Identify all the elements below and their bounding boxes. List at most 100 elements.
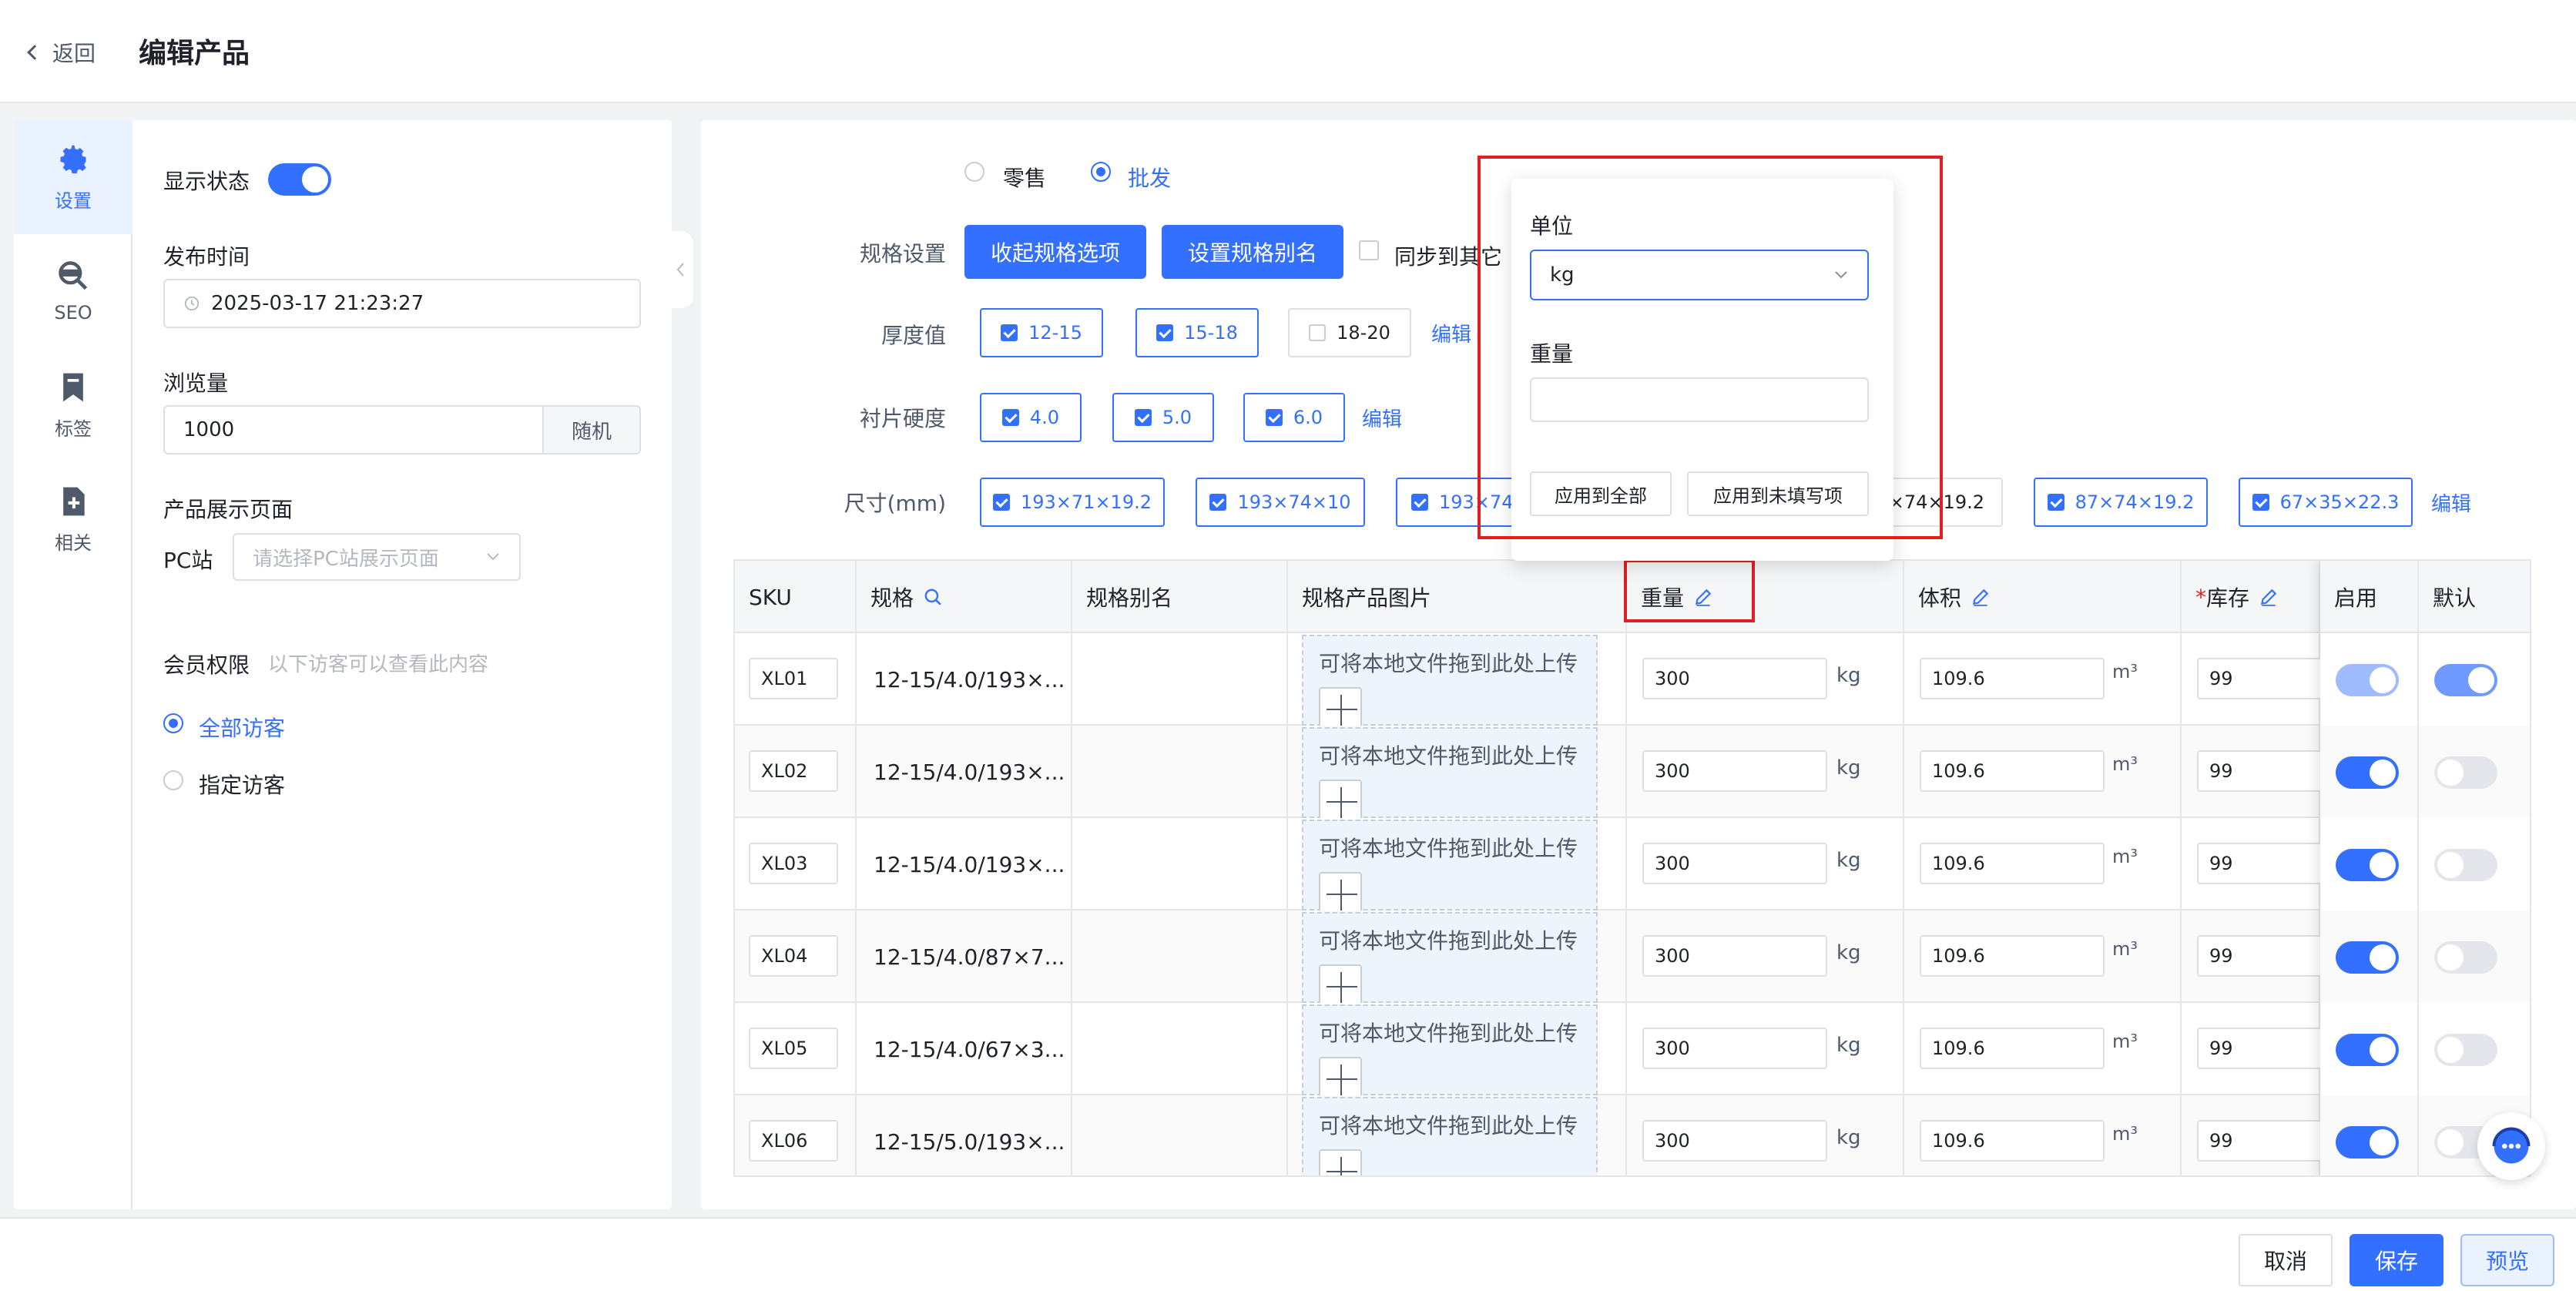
sync-checkbox[interactable] — [1359, 240, 1379, 260]
volume-input[interactable]: 109.6 — [1920, 1120, 2105, 1162]
thickness-option[interactable]: 12-15 — [980, 308, 1103, 357]
retail-label[interactable]: 零售 — [1003, 162, 1046, 193]
back-button[interactable]: 返回 — [27, 37, 96, 68]
col-image: 规格产品图片 — [1288, 561, 1627, 633]
weight-input[interactable]: 300 — [1642, 750, 1827, 792]
size-option[interactable]: 193×74×10 — [1196, 478, 1365, 527]
cell-alias — [1072, 1095, 1288, 1175]
size-edit-link[interactable]: 编辑 — [2431, 488, 2471, 517]
hardness-label: 衬片硬度 — [859, 406, 946, 431]
sku-input[interactable]: XL02 — [749, 750, 838, 792]
image-upload-dropzone[interactable]: 可将本地文件拖到此处上传 — [1302, 912, 1598, 1008]
size-option[interactable]: 193×71×19.2 — [980, 478, 1165, 527]
search-icon[interactable] — [923, 587, 943, 607]
size-option[interactable]: 67×35×22.3 — [2239, 478, 2413, 527]
hardness-edit-link[interactable]: 编辑 — [1362, 404, 1402, 432]
volume-input[interactable]: 109.6 — [1920, 658, 2105, 699]
plus-icon[interactable] — [1319, 780, 1362, 823]
cell-image: 可将本地文件拖到此处上传 — [1288, 1095, 1627, 1175]
publish-time-input[interactable]: 2025-03-17 21:23:27 — [163, 279, 641, 328]
thickness-edit-link[interactable]: 编辑 — [1431, 319, 1471, 347]
cell-volume: 109.6 m³ — [1904, 1003, 2182, 1095]
sku-input[interactable]: XL05 — [749, 1028, 838, 1069]
preview-button[interactable]: 预览 — [2460, 1234, 2554, 1286]
wholesale-label[interactable]: 批发 — [1128, 162, 1171, 193]
random-button[interactable]: 随机 — [542, 405, 641, 454]
retail-radio[interactable] — [964, 162, 984, 182]
views-label: 浏览量 — [163, 371, 229, 396]
cell-image: 可将本地文件拖到此处上传 — [1288, 1003, 1627, 1100]
edit-pencil-icon[interactable] — [1971, 587, 1991, 607]
volume-input[interactable]: 109.6 — [1920, 1028, 2105, 1069]
stock-input[interactable]: 99 — [2197, 843, 2328, 884]
tab-settings[interactable]: 设置 — [14, 120, 132, 234]
sku-input[interactable]: XL04 — [749, 935, 838, 977]
weight-input[interactable]: 300 — [1642, 935, 1827, 977]
stock-input[interactable]: 99 — [2197, 935, 2328, 977]
thickness-option[interactable]: 18-20 — [1288, 308, 1411, 357]
sku-input[interactable]: XL03 — [749, 843, 838, 884]
specific-visitors-label[interactable]: 指定访客 — [199, 769, 285, 800]
tab-seo-label: SEO — [54, 302, 92, 324]
hardness-option[interactable]: 6.0 — [1243, 393, 1345, 442]
cell-image: 可将本地文件拖到此处上传 — [1288, 726, 1627, 823]
weight-input[interactable]: 300 — [1642, 1120, 1827, 1162]
checkbox-icon — [1209, 494, 1227, 511]
hardness-option-label: 4.0 — [1029, 407, 1060, 428]
image-upload-dropzone[interactable]: 可将本地文件拖到此处上传 — [1302, 1004, 1598, 1100]
views-input[interactable]: 1000 — [163, 405, 544, 454]
volume-input[interactable]: 109.6 — [1920, 843, 2105, 884]
image-upload-dropzone[interactable]: 可将本地文件拖到此处上传 — [1302, 820, 1598, 915]
stock-input[interactable]: 99 — [2197, 1120, 2328, 1162]
image-upload-dropzone[interactable]: 可将本地文件拖到此处上传 — [1302, 635, 1598, 730]
image-upload-dropzone[interactable]: 可将本地文件拖到此处上传 — [1302, 1097, 1598, 1175]
all-visitors-radio[interactable] — [163, 713, 183, 733]
stock-input[interactable]: 99 — [2197, 750, 2328, 792]
upload-hint: 可将本地文件拖到此处上传 — [1319, 743, 1578, 769]
volume-input[interactable]: 109.6 — [1920, 750, 2105, 792]
all-visitors-label[interactable]: 全部访客 — [199, 712, 285, 743]
plus-icon[interactable] — [1319, 687, 1362, 730]
tab-seo[interactable]: SEO — [14, 234, 132, 348]
save-button[interactable]: 保存 — [2350, 1234, 2444, 1286]
spec-alias-button[interactable]: 设置规格别名 — [1162, 225, 1343, 279]
wholesale-radio[interactable] — [1091, 162, 1111, 182]
checkbox-icon — [1156, 324, 1174, 341]
volume-input[interactable]: 109.6 — [1920, 935, 2105, 977]
customer-service-button[interactable] — [2477, 1112, 2545, 1180]
plus-icon[interactable] — [1319, 872, 1362, 915]
hardness-option[interactable]: 5.0 — [1112, 393, 1214, 442]
plus-icon[interactable] — [1319, 1149, 1362, 1175]
sku-input[interactable]: XL01 — [749, 658, 838, 699]
chevron-left-icon — [27, 45, 42, 60]
cell-spec: 12-15/5.0/193×... — [857, 1095, 1072, 1175]
plus-icon[interactable] — [1319, 964, 1362, 1008]
size-option-label: 193×74×10 — [1237, 491, 1351, 513]
page-footer — [0, 1217, 2576, 1291]
volume-unit: m³ — [2112, 1031, 2138, 1052]
weight-input[interactable]: 300 — [1642, 658, 1827, 699]
display-status-toggle[interactable] — [268, 163, 331, 196]
cancel-button[interactable]: 取消 — [2239, 1234, 2333, 1286]
specific-visitors-radio[interactable] — [163, 770, 183, 790]
collapse-spec-button[interactable]: 收起规格选项 — [964, 225, 1146, 279]
cell-spec: 12-15/4.0/67×3... — [857, 1003, 1072, 1095]
stock-input[interactable]: 99 — [2197, 658, 2328, 699]
panel-collapse-handle[interactable] — [667, 231, 693, 308]
plus-icon[interactable] — [1319, 1057, 1362, 1100]
stock-input[interactable]: 99 — [2197, 1028, 2328, 1069]
tab-tags[interactable]: 标签 — [14, 348, 132, 462]
sku-input[interactable]: XL06 — [749, 1120, 838, 1162]
display-page-label: 产品展示页面 — [163, 497, 293, 522]
weight-input[interactable]: 300 — [1642, 1028, 1827, 1069]
pc-site-select[interactable]: 请选择PC站展示页面 — [233, 533, 521, 581]
size-option[interactable]: 87×74×19.2 — [2034, 478, 2208, 527]
tab-related[interactable]: 相关 — [14, 462, 132, 576]
weight-unit: kg — [1836, 1126, 1861, 1149]
edit-pencil-icon[interactable] — [2259, 587, 2279, 607]
weight-input[interactable]: 300 — [1642, 843, 1827, 884]
thickness-option[interactable]: 15-18 — [1135, 308, 1259, 357]
image-upload-dropzone[interactable]: 可将本地文件拖到此处上传 — [1302, 727, 1598, 823]
cell-weight: 300 kg — [1627, 1095, 1904, 1175]
hardness-option[interactable]: 4.0 — [980, 393, 1082, 442]
